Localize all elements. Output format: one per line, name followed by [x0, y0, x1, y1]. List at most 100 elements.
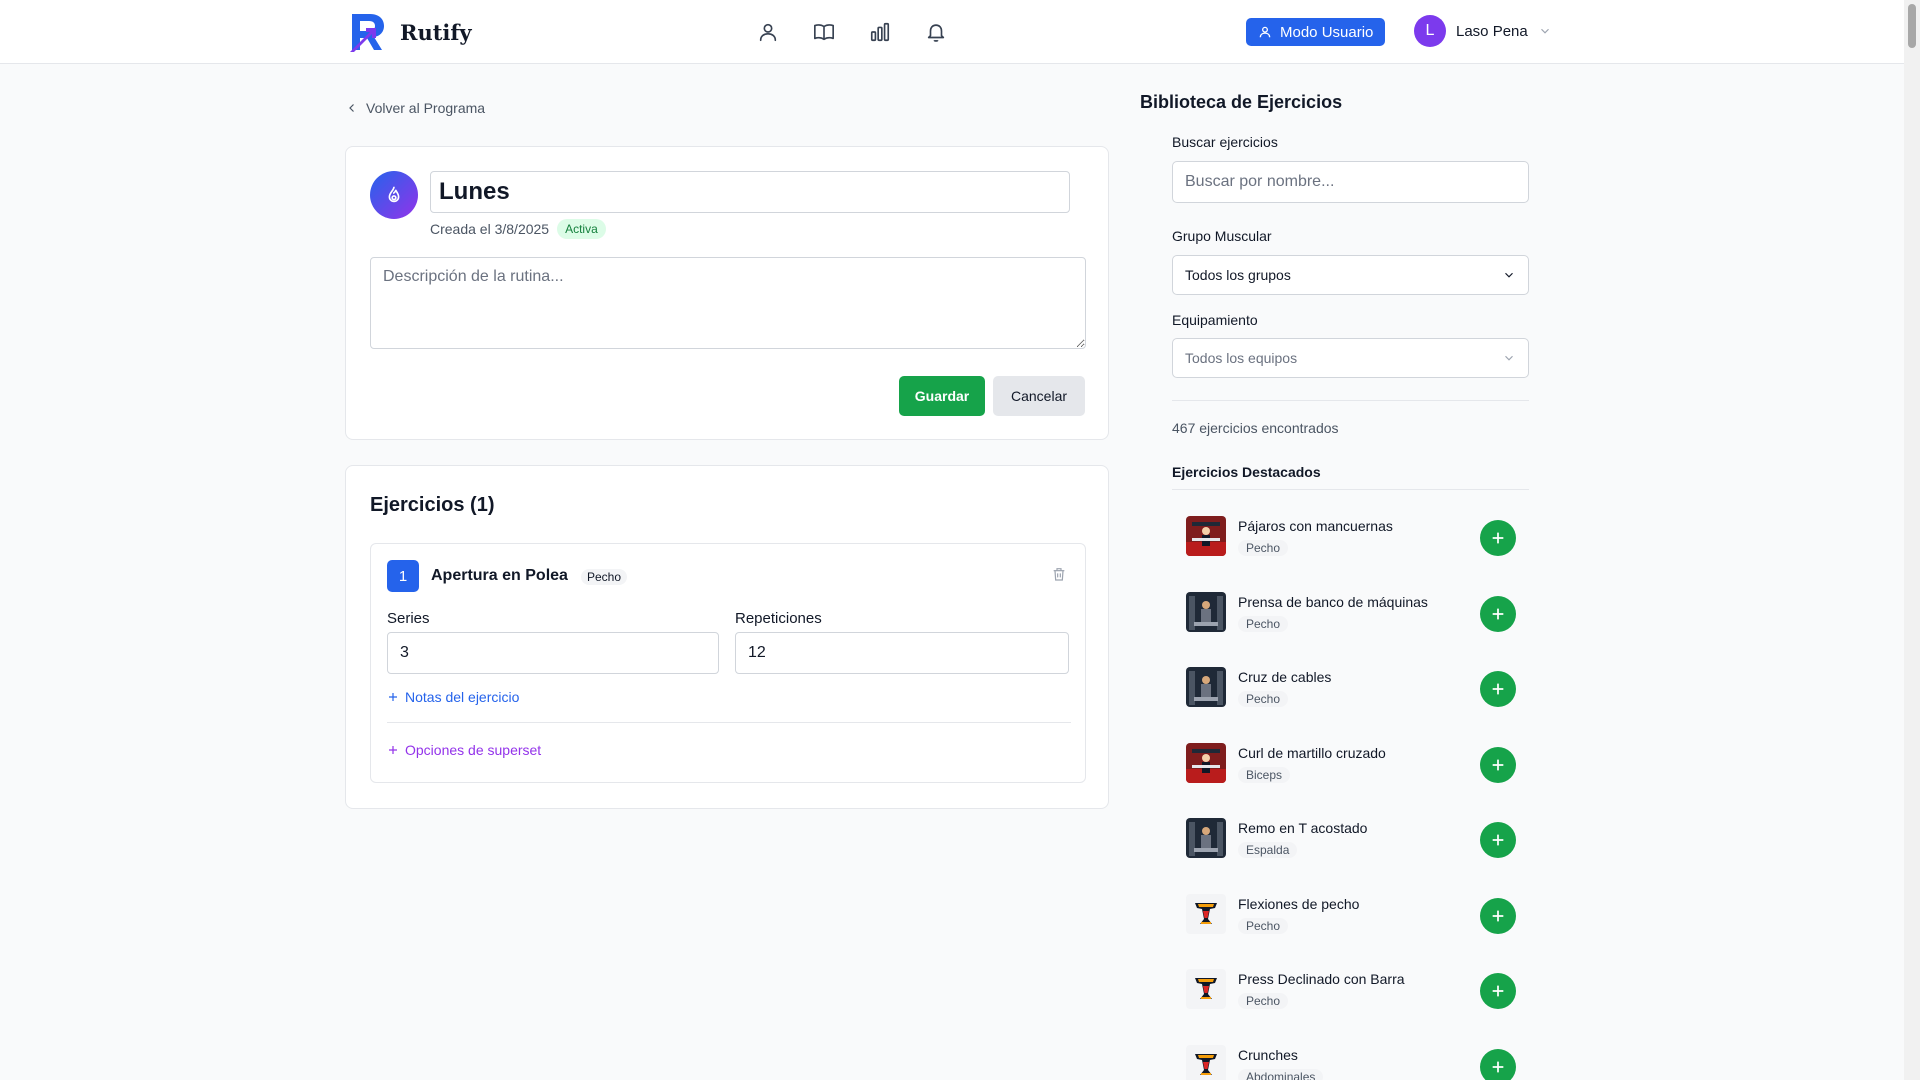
- equipment-value: Todos los equipos: [1185, 350, 1298, 366]
- user-name: Laso Pena: [1456, 22, 1528, 40]
- scrollbar-thumb[interactable]: [1908, 4, 1916, 48]
- add-exercise-button[interactable]: [1480, 671, 1516, 707]
- exercise-notes-link[interactable]: Notas del ejercicio: [387, 689, 519, 705]
- featured-exercise-name: Crunches: [1238, 1047, 1298, 1063]
- equipment-select[interactable]: Todos los equipos: [1172, 338, 1529, 378]
- plus-icon: [1492, 532, 1504, 544]
- created-date: Creada el 3/8/2025: [430, 221, 550, 237]
- exercise-thumbnail: [1186, 667, 1226, 707]
- routine-title-input[interactable]: [430, 171, 1070, 213]
- chevron-left-icon: [349, 104, 354, 112]
- featured-exercise-name: Flexiones de pecho: [1238, 896, 1360, 912]
- featured-exercise-name: Curl de martillo cruzado: [1238, 745, 1386, 761]
- search-label: Buscar ejercicios: [1172, 134, 1278, 150]
- back-link-label: Volver al Programa: [366, 100, 486, 116]
- divider: [1172, 400, 1529, 401]
- featured-exercise-item[interactable]: Crunches Abdominales: [1172, 1029, 1529, 1080]
- reps-label: Repeticiones: [735, 610, 822, 627]
- plus-icon: [1492, 834, 1504, 846]
- plus-icon: [1492, 683, 1504, 695]
- search-input[interactable]: [1172, 161, 1529, 203]
- featured-exercise-item[interactable]: Pájaros con mancuernas Pecho: [1172, 500, 1529, 562]
- series-label: Series: [387, 610, 430, 627]
- exercises-card: Ejercicios (1) 1 Apertura en Polea Pecho…: [345, 465, 1109, 809]
- add-exercise-button[interactable]: [1480, 596, 1516, 632]
- featured-exercise-group: Pecho: [1238, 918, 1289, 934]
- plus-icon: [1492, 608, 1504, 620]
- add-exercise-button[interactable]: [1480, 1049, 1516, 1080]
- featured-title: Ejercicios Destacados: [1172, 464, 1321, 480]
- exercise-thumbnail: [1186, 592, 1226, 632]
- add-exercise-button[interactable]: [1480, 822, 1516, 858]
- rutify-logo: [350, 14, 384, 52]
- cancel-button[interactable]: Cancelar: [993, 376, 1085, 416]
- featured-exercise-item[interactable]: Prensa de banco de máquinas Pecho: [1172, 576, 1529, 638]
- routine-description-textarea[interactable]: [370, 257, 1086, 349]
- featured-exercise-item[interactable]: Curl de martillo cruzado Biceps: [1172, 727, 1529, 789]
- featured-exercise-item[interactable]: Flexiones de pecho Pecho: [1172, 878, 1529, 940]
- plus-icon: [1492, 759, 1504, 771]
- exercise-thumbnail: [1186, 969, 1226, 1009]
- featured-exercise-name: Press Declinado con Barra: [1238, 971, 1405, 987]
- user-menu[interactable]: L Laso Pena: [1414, 15, 1552, 47]
- exercise-thumbnail: [1186, 894, 1226, 934]
- routine-meta: Creada el 3/8/2025 Activa: [430, 219, 606, 239]
- exercise-number: 1: [387, 560, 419, 592]
- status-badge: Activa: [557, 219, 606, 239]
- featured-exercise-name: Remo en T acostado: [1238, 820, 1368, 836]
- trash-icon[interactable]: [1051, 566, 1067, 587]
- main-nav: [754, 18, 950, 46]
- divider: [387, 722, 1071, 723]
- featured-exercise-name: Prensa de banco de máquinas: [1238, 594, 1428, 610]
- featured-exercise-group: Pecho: [1238, 993, 1289, 1009]
- exercise-thumbnail: [1186, 516, 1226, 556]
- superset-link-label: Opciones de superset: [405, 742, 542, 758]
- featured-exercise-item[interactable]: Cruz de cables Pecho: [1172, 651, 1529, 713]
- exercises-heading: Ejercicios (1): [370, 494, 495, 516]
- top-navbar: Rutify Modo Usuario L Laso Pena: [0, 0, 1920, 64]
- add-exercise-button[interactable]: [1480, 973, 1516, 1009]
- exercise-muscle-tag: Pecho: [581, 569, 628, 585]
- reps-input[interactable]: [735, 632, 1069, 674]
- add-exercise-button[interactable]: [1480, 747, 1516, 783]
- routine-icon: [370, 171, 418, 219]
- muscle-group-label: Grupo Muscular: [1172, 228, 1272, 244]
- featured-exercise-item[interactable]: Remo en T acostado Espalda: [1172, 802, 1529, 864]
- featured-exercise-name: Pájaros con mancuernas: [1238, 518, 1393, 534]
- user-mode-button[interactable]: Modo Usuario: [1246, 18, 1386, 46]
- user-icon[interactable]: [754, 18, 782, 46]
- book-icon[interactable]: [810, 18, 838, 46]
- featured-exercise-group: Abdominales: [1238, 1069, 1324, 1080]
- user-icon: [1259, 26, 1271, 38]
- muscle-group-value: Todos los grupos: [1185, 267, 1291, 283]
- add-exercise-button[interactable]: [1480, 520, 1516, 556]
- featured-exercise-group: Pecho: [1238, 691, 1289, 707]
- chevron-down-icon: [1540, 28, 1549, 34]
- plus-icon: [1492, 910, 1504, 922]
- avatar: L: [1414, 15, 1446, 47]
- flame-icon: [388, 186, 400, 203]
- notes-link-label: Notas del ejercicio: [405, 689, 520, 705]
- exercise-name: Apertura en Polea: [431, 567, 568, 584]
- featured-exercise-group: Biceps: [1238, 767, 1291, 783]
- featured-exercise-group: Espalda: [1238, 842, 1298, 858]
- bar-chart-icon[interactable]: [866, 18, 894, 46]
- featured-exercise-group: Pecho: [1238, 616, 1289, 632]
- exercise-thumbnail: [1186, 818, 1226, 858]
- save-button[interactable]: Guardar: [899, 376, 985, 416]
- superset-options-link[interactable]: Opciones de superset: [387, 742, 541, 758]
- plus-icon: [1492, 985, 1504, 997]
- series-input[interactable]: [387, 632, 719, 674]
- back-to-program-link[interactable]: Volver al Programa: [346, 100, 485, 116]
- muscle-group-select[interactable]: Todos los grupos: [1172, 255, 1529, 295]
- exercise-item: 1 Apertura en Polea Pecho Series Repetic…: [370, 543, 1086, 783]
- bell-icon[interactable]: [922, 18, 950, 46]
- featured-exercise-name: Cruz de cables: [1238, 669, 1332, 685]
- exercise-thumbnail: [1186, 743, 1226, 783]
- add-exercise-button[interactable]: [1480, 898, 1516, 934]
- featured-exercise-item[interactable]: Press Declinado con Barra Pecho: [1172, 953, 1529, 1015]
- page-scrollbar[interactable]: [1904, 0, 1920, 1080]
- chevron-down-icon: [1505, 355, 1513, 361]
- plus-icon: [389, 746, 397, 754]
- brand[interactable]: Rutify: [348, 10, 472, 54]
